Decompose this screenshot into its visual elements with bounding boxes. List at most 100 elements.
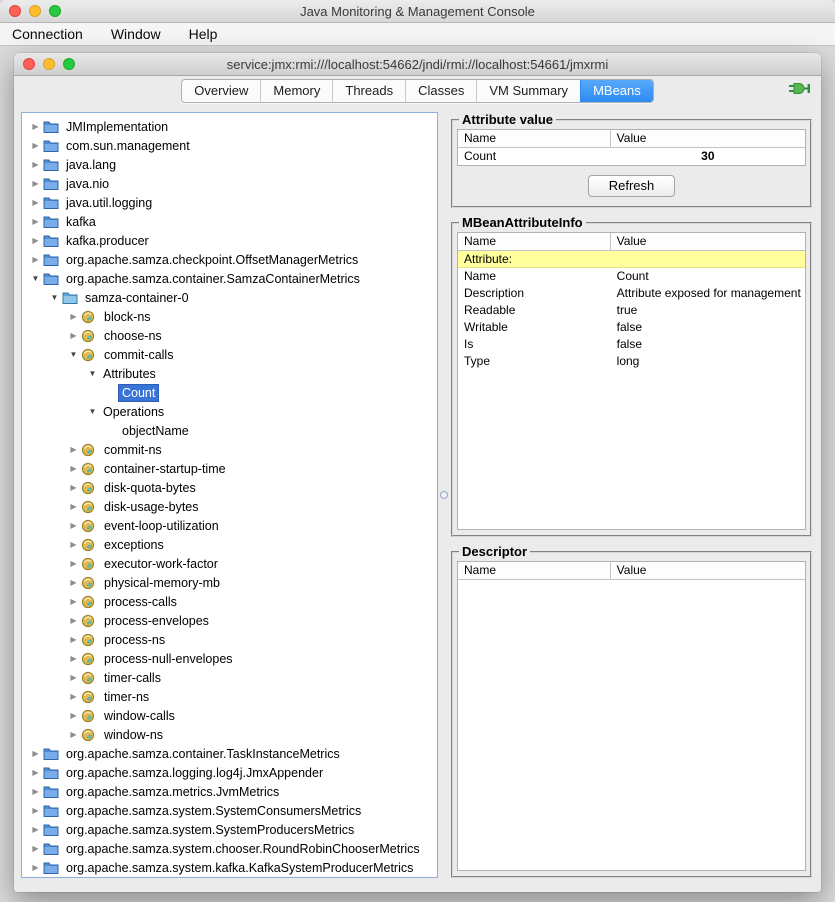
inner-zoom-button[interactable] — [63, 58, 75, 70]
expand-arrow-icon[interactable]: ▶ — [28, 768, 43, 777]
expand-arrow-icon[interactable]: ▶ — [66, 559, 81, 568]
column-header-name[interactable]: Name — [458, 233, 611, 250]
expand-arrow-icon[interactable]: ▶ — [66, 635, 81, 644]
table-row[interactable]: Writablefalse — [458, 319, 805, 336]
divider-handle-icon[interactable] — [440, 491, 448, 499]
expand-arrow-icon[interactable]: ▶ — [28, 141, 43, 150]
collapse-arrow-icon[interactable]: ▼ — [66, 350, 81, 359]
tab-classes[interactable]: Classes — [405, 80, 476, 102]
expand-arrow-icon[interactable]: ▶ — [28, 122, 43, 131]
close-button[interactable] — [9, 5, 21, 17]
tree-item-disk-quota-bytes[interactable]: ▶ disk-quota-bytes — [22, 478, 437, 497]
expand-arrow-icon[interactable]: ▶ — [66, 711, 81, 720]
expand-arrow-icon[interactable]: ▶ — [66, 331, 81, 340]
tree-item-window-ns[interactable]: ▶ window-ns — [22, 725, 437, 744]
tree-item-event-loop-utilization[interactable]: ▶ event-loop-utilization — [22, 516, 437, 535]
column-header-value[interactable]: Value — [611, 130, 805, 147]
tree-item-choose-ns[interactable]: ▶ choose-ns — [22, 326, 437, 345]
tree-item-kafka-producer[interactable]: ▶ kafka.producer — [22, 231, 437, 250]
minimize-button[interactable] — [29, 5, 41, 17]
tree-item-window-calls[interactable]: ▶ window-calls — [22, 706, 437, 725]
expand-arrow-icon[interactable]: ▶ — [28, 236, 43, 245]
tab-threads[interactable]: Threads — [332, 80, 405, 102]
expand-arrow-icon[interactable]: ▶ — [28, 255, 43, 264]
expand-arrow-icon[interactable]: ▶ — [28, 806, 43, 815]
tree-item-timer-calls[interactable]: ▶ timer-calls — [22, 668, 437, 687]
inner-close-button[interactable] — [23, 58, 35, 70]
tree-item-commit-calls[interactable]: ▼ commit-calls — [22, 345, 437, 364]
tree-item-kafka[interactable]: ▶ kafka — [22, 212, 437, 231]
tree-item-exceptions[interactable]: ▶ exceptions — [22, 535, 437, 554]
expand-arrow-icon[interactable]: ▶ — [66, 312, 81, 321]
tree-item-org-apache-samza-metrics-jvmmetrics[interactable]: ▶ org.apache.samza.metrics.JvmMetrics — [22, 782, 437, 801]
tree-item-timer-ns[interactable]: ▶ timer-ns — [22, 687, 437, 706]
collapse-arrow-icon[interactable]: ▼ — [85, 407, 100, 416]
tree-item-org-apache-samza-system-systemconsumersmetrics[interactable]: ▶ org.apache.samza.system.SystemConsumer… — [22, 801, 437, 820]
tree-item-org-apache-samza-system-kafka-kafkasystemproducermetrics[interactable]: ▶ org.apache.samza.system.kafka.KafkaSys… — [22, 858, 437, 877]
expand-arrow-icon[interactable]: ▶ — [28, 825, 43, 834]
expand-arrow-icon[interactable]: ▶ — [28, 787, 43, 796]
menu-item-window[interactable]: Window — [111, 26, 161, 42]
column-header-value[interactable]: Value — [611, 233, 805, 250]
tree-item-container-startup-time[interactable]: ▶ container-startup-time — [22, 459, 437, 478]
tree-item-org-apache-samza-logging-log4j-jmxappender[interactable]: ▶ org.apache.samza.logging.log4j.JmxAppe… — [22, 763, 437, 782]
table-row[interactable]: Typelong — [458, 353, 805, 370]
tree-item-objectname[interactable]: objectName — [22, 421, 437, 440]
tree-item-process-envelopes[interactable]: ▶ process-envelopes — [22, 611, 437, 630]
expand-arrow-icon[interactable]: ▶ — [66, 464, 81, 473]
table-row[interactable]: Count30 — [458, 148, 805, 165]
split-pane-divider[interactable] — [438, 112, 451, 878]
zoom-button[interactable] — [49, 5, 61, 17]
tree-item-process-ns[interactable]: ▶ process-ns — [22, 630, 437, 649]
expand-arrow-icon[interactable]: ▶ — [66, 597, 81, 606]
column-header-value[interactable]: Value — [611, 562, 805, 579]
expand-arrow-icon[interactable]: ▶ — [28, 863, 43, 872]
tree-item-java-nio[interactable]: ▶ java.nio — [22, 174, 437, 193]
tree-item-com-sun-management[interactable]: ▶ com.sun.management — [22, 136, 437, 155]
tree-item-process-calls[interactable]: ▶ process-calls — [22, 592, 437, 611]
expand-arrow-icon[interactable]: ▶ — [66, 616, 81, 625]
tab-overview[interactable]: Overview — [182, 80, 260, 102]
tree-item-org-apache-samza-system-chooser-roundrobinchoosermetrics[interactable]: ▶ org.apache.samza.system.chooser.RoundR… — [22, 839, 437, 858]
table-row[interactable]: NameCount — [458, 268, 805, 285]
tree-item-org-apache-samza-container-taskinstancemetrics[interactable]: ▶ org.apache.samza.container.TaskInstanc… — [22, 744, 437, 763]
expand-arrow-icon[interactable]: ▶ — [66, 578, 81, 587]
expand-arrow-icon[interactable]: ▶ — [66, 483, 81, 492]
tree-item-attributes[interactable]: ▼Attributes — [22, 364, 437, 383]
tree-item-org-apache-samza-container-samzacontainermetrics[interactable]: ▼ org.apache.samza.container.SamzaContai… — [22, 269, 437, 288]
collapse-arrow-icon[interactable]: ▼ — [47, 293, 62, 302]
tree-item-samza-container-0[interactable]: ▼ samza-container-0 — [22, 288, 437, 307]
expand-arrow-icon[interactable]: ▶ — [66, 521, 81, 530]
inner-minimize-button[interactable] — [43, 58, 55, 70]
expand-arrow-icon[interactable]: ▶ — [66, 502, 81, 511]
tree-item-org-apache-samza-system-systemproducersmetrics[interactable]: ▶ org.apache.samza.system.SystemProducer… — [22, 820, 437, 839]
table-row[interactable]: Attribute: — [458, 251, 805, 268]
tree-item-physical-memory-mb[interactable]: ▶ physical-memory-mb — [22, 573, 437, 592]
expand-arrow-icon[interactable]: ▶ — [28, 749, 43, 758]
tab-vm-summary[interactable]: VM Summary — [476, 80, 580, 102]
collapse-arrow-icon[interactable]: ▼ — [28, 274, 43, 283]
expand-arrow-icon[interactable]: ▶ — [28, 217, 43, 226]
menu-item-help[interactable]: Help — [189, 26, 218, 42]
tree-item-block-ns[interactable]: ▶ block-ns — [22, 307, 437, 326]
tree-item-process-null-envelopes[interactable]: ▶ process-null-envelopes — [22, 649, 437, 668]
expand-arrow-icon[interactable]: ▶ — [28, 179, 43, 188]
expand-arrow-icon[interactable]: ▶ — [66, 730, 81, 739]
refresh-button[interactable]: Refresh — [588, 175, 676, 197]
tree-item-executor-work-factor[interactable]: ▶ executor-work-factor — [22, 554, 437, 573]
expand-arrow-icon[interactable]: ▶ — [28, 160, 43, 169]
menu-item-connection[interactable]: Connection — [12, 26, 83, 42]
tree-item-org-apache-samza-checkpoint-offsetmanagermetrics[interactable]: ▶ org.apache.samza.checkpoint.OffsetMana… — [22, 250, 437, 269]
expand-arrow-icon[interactable]: ▶ — [66, 445, 81, 454]
tree-item-java-lang[interactable]: ▶ java.lang — [22, 155, 437, 174]
expand-arrow-icon[interactable]: ▶ — [28, 198, 43, 207]
tree-item-jmimplementation[interactable]: ▶ JMImplementation — [22, 117, 437, 136]
tree-item-count[interactable]: Count — [22, 383, 437, 402]
collapse-arrow-icon[interactable]: ▼ — [85, 369, 100, 378]
column-header-name[interactable]: Name — [458, 562, 611, 579]
expand-arrow-icon[interactable]: ▶ — [66, 673, 81, 682]
expand-arrow-icon[interactable]: ▶ — [66, 654, 81, 663]
column-header-name[interactable]: Name — [458, 130, 611, 147]
table-row[interactable]: Readabletrue — [458, 302, 805, 319]
expand-arrow-icon[interactable]: ▶ — [66, 692, 81, 701]
